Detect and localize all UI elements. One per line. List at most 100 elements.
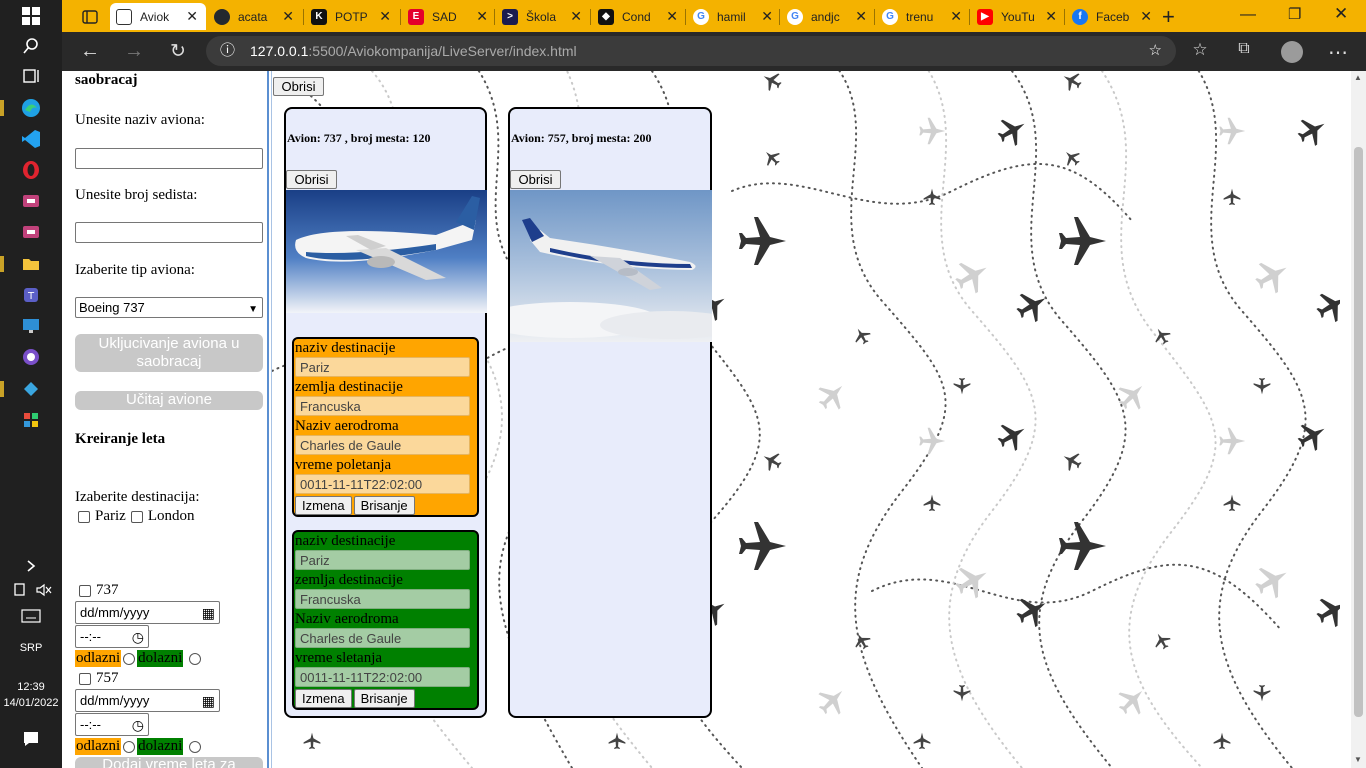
close-tab-icon[interactable]: ✕ — [379, 8, 391, 25]
tab-6[interactable]: G hamil ✕ — [687, 3, 781, 30]
new-tab-button[interactable]: + — [1160, 3, 1190, 30]
chevron-right-icon[interactable] — [19, 554, 43, 578]
minimize-window-icon[interactable]: — — [1240, 6, 1256, 24]
app-icon-3[interactable] — [19, 345, 43, 369]
tab-actions-button[interactable] — [76, 3, 106, 30]
calendar-icon[interactable]: ▦ — [202, 691, 215, 712]
tab-9[interactable]: ▶ YouTu ✕ — [971, 3, 1065, 30]
profile-avatar[interactable] — [1281, 41, 1303, 63]
tab-10[interactable]: f Faceb ✕ — [1066, 3, 1160, 30]
windows-start-icon[interactable] — [19, 4, 43, 28]
file-explorer-icon[interactable] — [19, 252, 43, 276]
back-arrow-icon[interactable]: ← — [78, 40, 102, 63]
destination-country-field[interactable]: Francuska — [295, 396, 470, 416]
vscode-icon[interactable] — [19, 127, 43, 151]
scroll-down-arrow-icon[interactable]: ▼ — [1354, 755, 1362, 764]
clock-icon[interactable]: ◷ — [132, 715, 144, 736]
plane-737-checkbox[interactable] — [79, 584, 91, 597]
delete-all-button[interactable]: Obrisi — [273, 77, 324, 96]
seats-input[interactable] — [75, 222, 263, 243]
refresh-icon[interactable]: ↻ — [166, 40, 190, 63]
delete-plane-button[interactable]: Obrisi — [510, 170, 561, 189]
calendar-icon[interactable]: ▦ — [202, 603, 215, 624]
tab-0[interactable]: Aviok ✕ — [110, 3, 206, 30]
include-plane-button[interactable]: Uklјucivanje aviona u saobracaj — [75, 334, 263, 372]
close-tab-icon[interactable]: ✕ — [186, 8, 198, 25]
arrival-time-field[interactable]: 0011-11-11T22:02:00 — [295, 667, 470, 687]
scroll-up-arrow-icon[interactable]: ▲ — [1354, 73, 1362, 82]
clock-time[interactable]: 12:39 — [0, 681, 62, 693]
close-tab-icon[interactable]: ✕ — [950, 8, 962, 25]
edit-flight-button[interactable]: Izmena — [295, 689, 352, 708]
destination-name-field[interactable]: Pariz — [295, 357, 470, 377]
notifications-icon[interactable] — [19, 727, 43, 751]
volume-icon[interactable] — [32, 578, 56, 602]
close-tab-icon[interactable]: ✕ — [282, 8, 294, 25]
task-view-icon[interactable] — [19, 64, 43, 88]
app-icon-5[interactable] — [19, 408, 43, 432]
plane-type-select[interactable]: Boeing 737 ▼ — [75, 297, 263, 318]
tab-4[interactable]: > Škola ✕ — [496, 3, 590, 30]
tab-1[interactable]: acata ✕ — [208, 3, 302, 30]
departure-radio[interactable] — [123, 740, 136, 753]
app-icon-4[interactable] — [19, 377, 43, 401]
info-icon[interactable]: ⓘ — [220, 36, 235, 66]
date-input-757[interactable]: dd/mm/yyyy ▦ — [75, 689, 220, 712]
close-tab-icon[interactable]: ✕ — [1140, 8, 1152, 25]
close-tab-icon[interactable]: ✕ — [570, 8, 582, 25]
arrival-radio[interactable] — [189, 652, 202, 665]
edit-flight-button[interactable]: Izmena — [295, 496, 352, 515]
destination-checkbox-london[interactable] — [130, 510, 143, 523]
arrival-radio[interactable] — [189, 740, 202, 753]
scrollbar-thumb[interactable] — [1354, 147, 1363, 717]
more-options-icon[interactable]: ⋯ — [1326, 40, 1350, 65]
close-tab-icon[interactable]: ✕ — [476, 8, 488, 25]
close-window-icon[interactable]: ✕ — [1334, 4, 1348, 24]
collections-icon[interactable]: ⧉ — [1232, 40, 1256, 58]
tab-5[interactable]: ◆ Cond ✕ — [592, 3, 686, 30]
tab-8[interactable]: G trenu ✕ — [876, 3, 970, 30]
tab-7[interactable]: G andjc ✕ — [781, 3, 875, 30]
destination-country-field[interactable]: Francuska — [295, 589, 470, 609]
delete-flight-button[interactable]: Brisanje — [353, 689, 415, 708]
app-icon-1[interactable] — [19, 189, 43, 213]
opera-icon[interactable] — [19, 158, 43, 182]
network-icon[interactable] — [8, 578, 32, 602]
restore-window-icon[interactable]: ❐ — [1288, 5, 1301, 23]
airport-name-field[interactable]: Charles de Gaule — [295, 435, 470, 455]
plane-name-input[interactable] — [75, 148, 263, 169]
delete-plane-button[interactable]: Obrisi — [286, 170, 337, 189]
departure-time-field[interactable]: 0011-11-11T22:02:00 — [295, 474, 470, 494]
page-scrollbar[interactable]: ▲ ▼ — [1351, 71, 1366, 768]
close-tab-icon[interactable]: ✕ — [1045, 8, 1057, 25]
edge-icon[interactable] — [19, 96, 43, 120]
forward-arrow-icon[interactable]: → — [122, 40, 146, 63]
clock-date[interactable]: 14/01/2022 — [0, 697, 62, 709]
departure-radio[interactable] — [123, 652, 136, 665]
close-tab-icon[interactable]: ✕ — [666, 8, 678, 25]
airport-name-field[interactable]: Charles de Gaule — [295, 628, 470, 648]
time-input-757[interactable]: --:-- ◷ — [75, 713, 149, 736]
destination-name-field[interactable]: Pariz — [295, 550, 470, 570]
search-icon[interactable] — [19, 34, 43, 58]
time-input-737[interactable]: --:-- ◷ — [75, 625, 149, 648]
close-tab-icon[interactable]: ✕ — [855, 8, 867, 25]
language-indicator[interactable]: SRP — [0, 642, 62, 654]
close-tab-icon[interactable]: ✕ — [761, 8, 773, 25]
load-planes-button[interactable]: Učitaj avione — [75, 391, 263, 410]
add-favorite-icon[interactable]: ☆ — [1149, 36, 1162, 66]
destination-checkbox-pariz[interactable] — [78, 510, 90, 523]
keyboard-icon[interactable] — [19, 604, 43, 628]
add-flight-time-button[interactable]: Dodaj vreme leta za — [75, 757, 263, 768]
address-bar[interactable]: ⓘ 127.0.0.1:5500/Aviokompanija/LiveServe… — [206, 36, 1176, 66]
date-input-737[interactable]: dd/mm/yyyy ▦ — [75, 601, 220, 624]
tab-3[interactable]: E SAD ✕ — [402, 3, 496, 30]
favorites-icon[interactable]: ☆ — [1188, 40, 1212, 60]
clock-icon[interactable]: ◷ — [132, 627, 144, 648]
teams-icon[interactable]: T — [19, 283, 43, 307]
remote-desktop-icon[interactable] — [19, 314, 43, 338]
delete-flight-button[interactable]: Brisanje — [353, 496, 415, 515]
plane-757-checkbox[interactable] — [79, 672, 91, 685]
app-icon-2[interactable] — [19, 220, 43, 244]
tab-2[interactable]: K POTP ✕ — [305, 3, 399, 30]
